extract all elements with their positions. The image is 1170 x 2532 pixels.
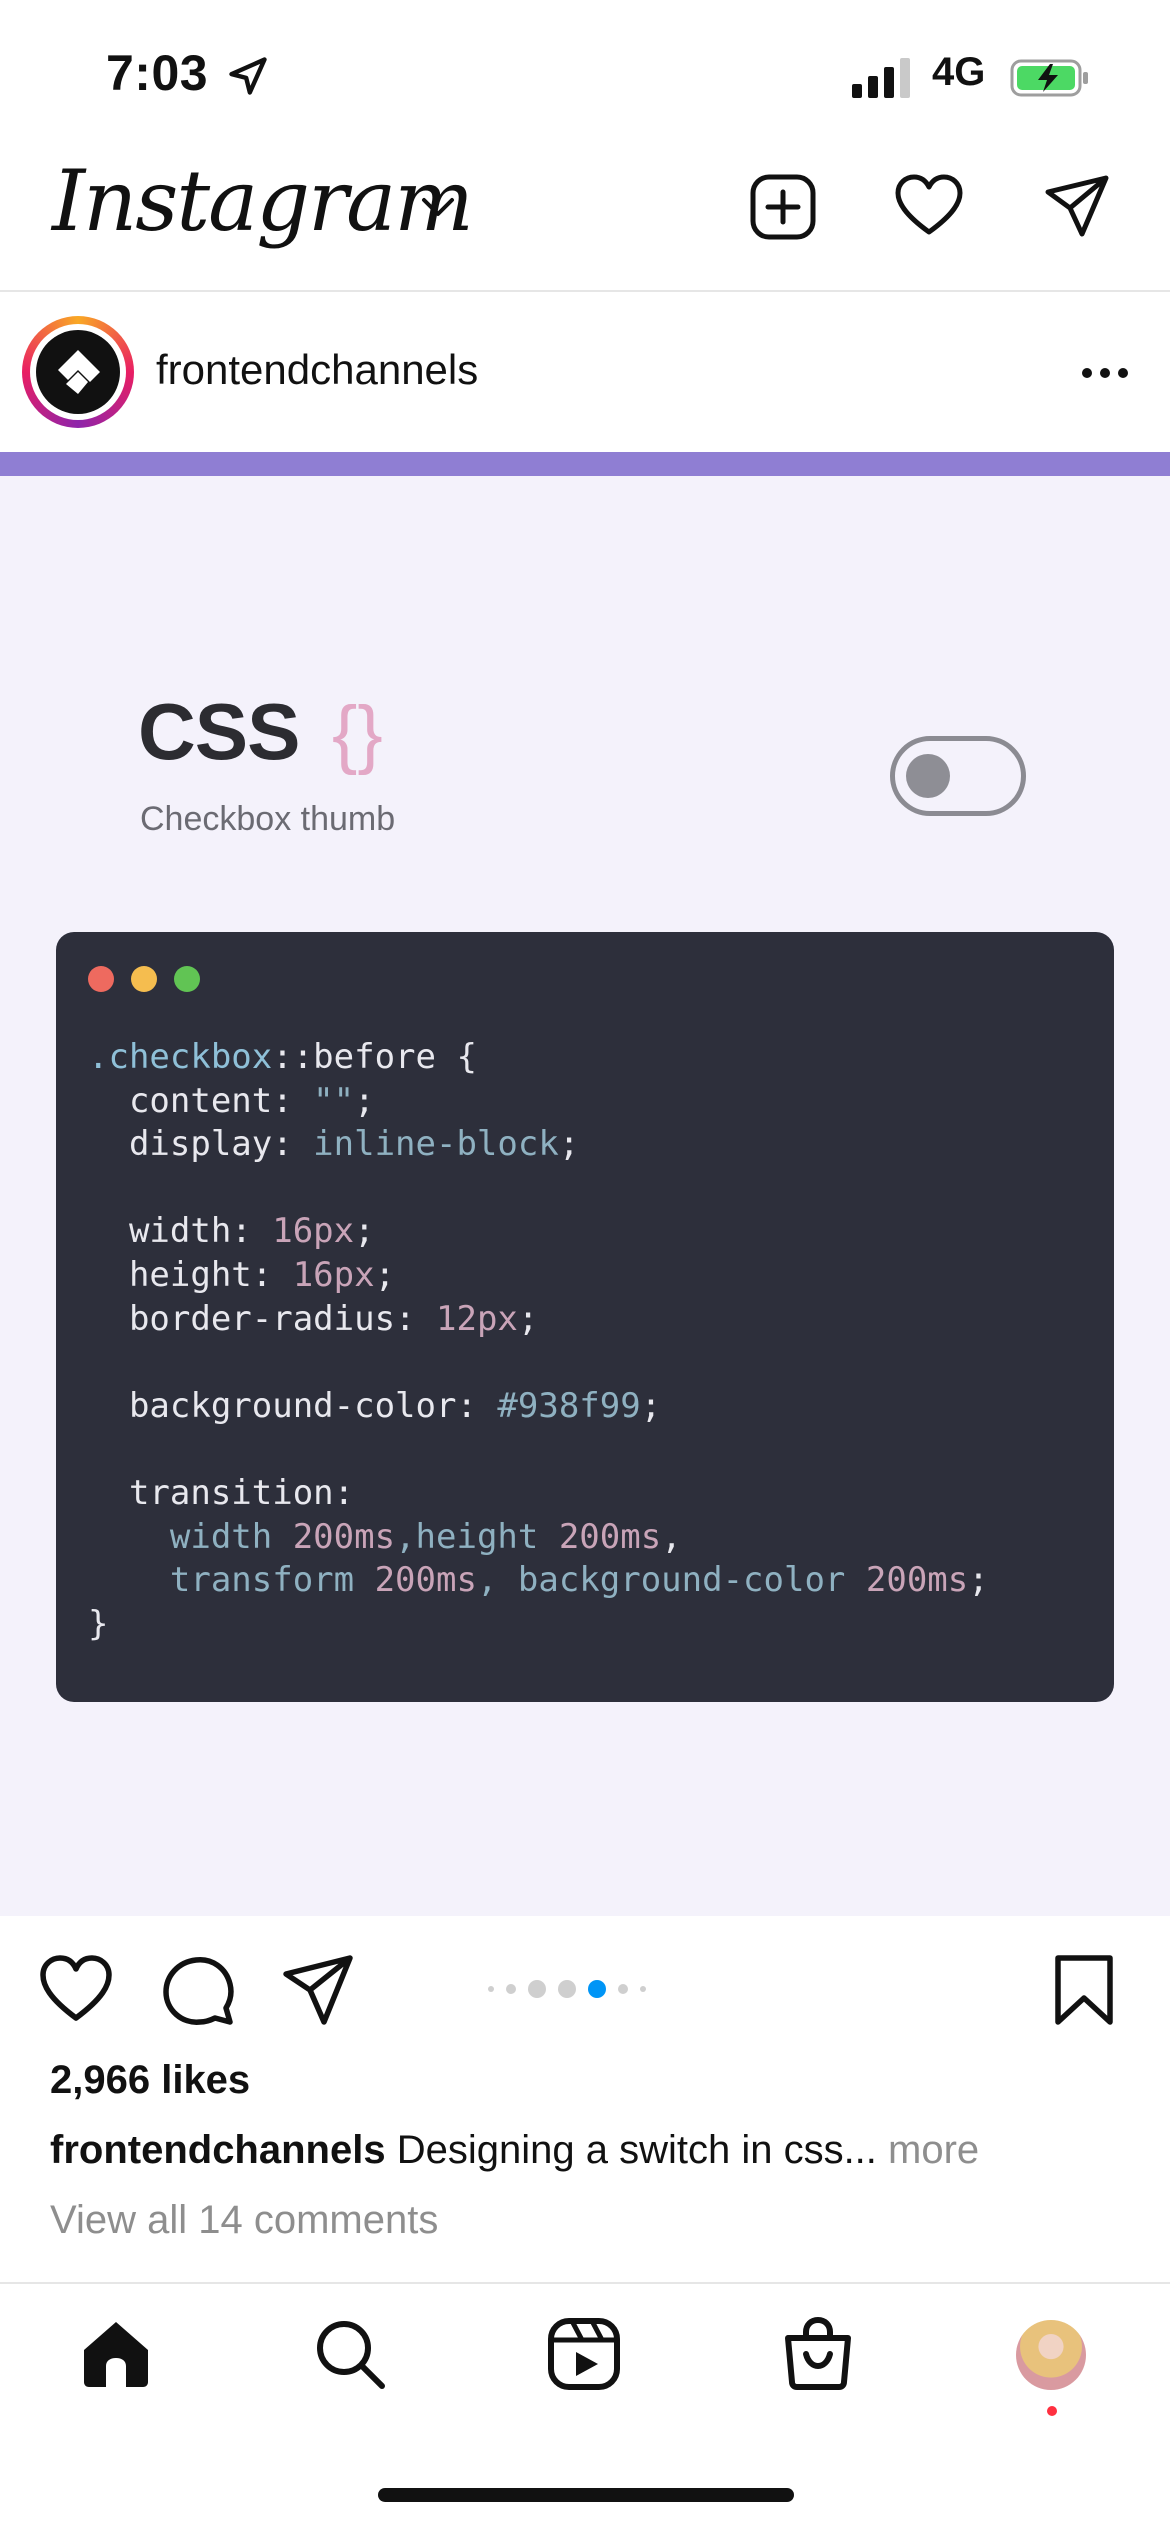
caption-text: Designing a switch in css... [385,2128,889,2172]
toggle-thumb [906,754,950,798]
image-top-band [0,452,1170,476]
search-icon[interactable] [312,2316,388,2392]
caption-more-link[interactable]: more [888,2128,979,2172]
carousel-dot [618,1984,628,1994]
home-icon[interactable] [78,2316,154,2392]
carousel-indicator [488,1974,646,2004]
view-comments-link[interactable]: View all 14 comments [50,2198,438,2243]
brand-logo-icon [58,350,100,394]
create-post-icon[interactable] [748,172,818,242]
instagram-logo[interactable]: Instagram [52,152,474,250]
comment-icon[interactable] [160,1952,236,2028]
profile-avatar[interactable] [1016,2320,1086,2390]
location-arrow-icon [229,57,267,95]
window-minimize-dot [131,966,157,992]
header-divider [0,290,1170,292]
post-caption[interactable]: frontendchannels Designing a switch in c… [50,2128,979,2173]
carousel-dot [558,1980,576,1998]
carousel-dot [528,1980,546,1998]
home-indicator[interactable] [378,2488,794,2502]
image-subtitle: Checkbox thumb [140,800,396,838]
window-close-dot [88,966,114,992]
reels-icon[interactable] [546,2316,622,2392]
caption-author[interactable]: frontendchannels [50,2128,386,2172]
more-options-icon[interactable] [1078,358,1132,388]
signal-icon [852,58,910,98]
carousel-dot [640,1986,646,1992]
image-braces: {} [332,691,383,776]
shop-icon[interactable] [780,2316,856,2392]
heart-icon[interactable] [894,172,964,242]
image-title: CSS [138,687,300,776]
network-type: 4G [932,50,986,94]
carousel-dot [488,1986,494,1992]
author-avatar[interactable] [36,330,120,414]
tab-bar-divider [0,2282,1170,2284]
share-icon[interactable] [280,1952,356,2028]
save-icon[interactable] [1046,1952,1122,2028]
code-snippet: .checkbox::before { content: ""; display… [88,1037,989,1644]
chevron-down-icon[interactable] [418,192,458,222]
direct-message-icon[interactable] [1042,172,1112,242]
post-author[interactable]: frontendchannels [156,346,478,394]
carousel-dot [506,1984,516,1994]
battery-charging-icon [1010,59,1088,97]
notification-dot [1047,2406,1057,2416]
window-maximize-dot [174,966,200,992]
carousel-dot-active [588,1980,606,1998]
like-icon[interactable] [38,1952,114,2028]
like-count[interactable]: 2,966 likes [50,2058,250,2103]
status-time: 7:03 [106,45,209,101]
